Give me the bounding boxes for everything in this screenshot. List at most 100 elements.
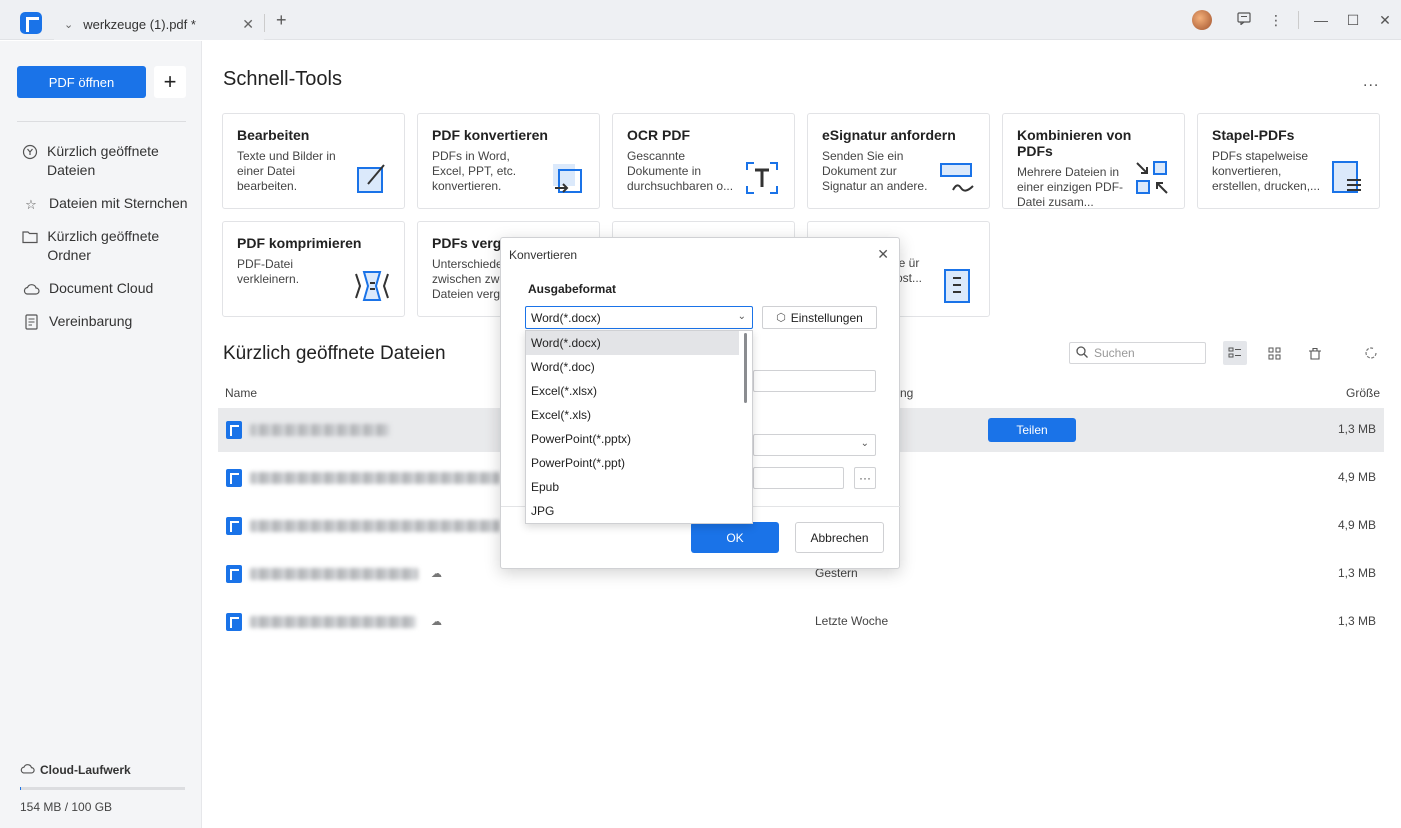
folder-icon bbox=[22, 228, 38, 246]
sidebar: PDF öffnen + Kürzlich geöffnete Dateien … bbox=[0, 41, 202, 828]
tool-title: OCR PDF bbox=[627, 127, 690, 143]
page-title: Schnell-Tools bbox=[223, 68, 342, 90]
maximize-icon[interactable]: ☐ bbox=[1337, 12, 1369, 29]
feedback-icon[interactable] bbox=[1228, 12, 1260, 28]
sidebar-item-label: Dateien mit Sternchen bbox=[49, 195, 188, 211]
cloud-drive-link[interactable]: Cloud-Laufwerk bbox=[20, 763, 131, 777]
create-button[interactable]: + bbox=[154, 66, 186, 98]
batch-icon bbox=[1332, 161, 1361, 193]
tool-description: Senden Sie ein Dokument zur Signatur an … bbox=[822, 149, 928, 193]
tool-card-combine[interactable]: Kombinieren von PDFs Mehrere Dateien in … bbox=[1002, 113, 1185, 209]
avatar[interactable] bbox=[1192, 10, 1212, 30]
open-pdf-button[interactable]: PDF öffnen bbox=[17, 66, 146, 98]
tool-description: PDF-Datei verkleinern. bbox=[237, 257, 300, 286]
table-row[interactable]: ☁ Letzte Woche 1,3 MB bbox=[218, 600, 1384, 644]
output-format-select[interactable]: Word(*.docx) ⌄ bbox=[525, 306, 753, 329]
tab-divider bbox=[264, 14, 265, 32]
cloud-drive-label: Cloud-Laufwerk bbox=[40, 763, 131, 777]
tool-title: PDF komprimieren bbox=[237, 235, 362, 251]
more-options-button[interactable]: ... bbox=[1363, 73, 1379, 91]
browse-folder-button[interactable]: ··· bbox=[854, 467, 876, 489]
list-view-icon[interactable] bbox=[1223, 341, 1247, 365]
search-placeholder: Suchen bbox=[1094, 346, 1135, 360]
page-range-field[interactable] bbox=[753, 370, 876, 392]
format-option[interactable]: Word(*.doc) bbox=[526, 355, 739, 379]
tab-close-icon[interactable]: ✕ bbox=[242, 16, 254, 33]
format-option[interactable]: Word(*.docx) bbox=[526, 331, 739, 355]
star-icon: ☆ bbox=[25, 196, 37, 212]
tool-card-edit[interactable]: Bearbeiten Texte und Bilder in einer Dat… bbox=[222, 113, 405, 209]
tool-description: PDFs in Word, Excel, PPT, etc. konvertie… bbox=[432, 149, 517, 193]
tool-description: Texte und Bilder in einer Datei bearbeit… bbox=[237, 149, 336, 193]
tool-title: PDF konvertieren bbox=[432, 127, 548, 143]
file-size: 1,3 MB bbox=[1337, 422, 1376, 436]
format-option[interactable]: JPG bbox=[526, 499, 739, 523]
tool-description: Mehrere Dateien in einer einzigen PDF-Da… bbox=[1017, 165, 1124, 209]
file-name-redacted bbox=[250, 520, 500, 532]
sidebar-item-agreement[interactable]: Vereinbarung bbox=[22, 312, 192, 331]
storage-usage: 154 MB / 100 GB bbox=[20, 800, 113, 814]
chevron-down-icon: ⌄ bbox=[860, 438, 869, 449]
tool-card-convert[interactable]: PDF konvertieren PDFs in Word, Excel, PP… bbox=[417, 113, 600, 209]
ok-button[interactable]: OK bbox=[691, 522, 779, 553]
window-controls: ⋮ — ☐ ✕ bbox=[1192, 0, 1401, 40]
tool-card-batch[interactable]: Stapel-PDFs PDFs stapelweise konvertiere… bbox=[1197, 113, 1380, 209]
format-option[interactable]: Excel(*.xlsx) bbox=[526, 379, 739, 403]
cloud-icon bbox=[22, 280, 40, 298]
settings-button[interactable]: ⬡ Einstellungen bbox=[762, 306, 877, 329]
sidebar-item-document-cloud[interactable]: Document Cloud bbox=[22, 279, 192, 298]
column-date[interactable]: ng bbox=[900, 386, 913, 400]
edit-icon bbox=[357, 164, 385, 193]
minimize-icon[interactable]: — bbox=[1305, 12, 1337, 28]
file-date: Letzte Woche bbox=[815, 614, 889, 628]
app-logo-icon[interactable] bbox=[20, 12, 42, 34]
tool-card-ocr[interactable]: OCR PDF Gescannte Dokumente in durchsuch… bbox=[612, 113, 795, 209]
grid-view-icon[interactable] bbox=[1262, 341, 1286, 365]
refresh-icon[interactable] bbox=[1359, 341, 1383, 365]
sidebar-item-recent-files[interactable]: Kürzlich geöffnete Dateien bbox=[22, 142, 192, 180]
sidebar-item-label: Vereinbarung bbox=[49, 313, 133, 329]
sidebar-item-label: Kürzlich geöffnete Ordner bbox=[47, 228, 160, 263]
compress-icon bbox=[355, 271, 389, 301]
sidebar-item-label: Document Cloud bbox=[49, 280, 154, 296]
more-vertical-icon[interactable]: ⋮ bbox=[1260, 12, 1292, 29]
tool-description: Gescannte Dokumente in durchsuchbaren o.… bbox=[627, 149, 734, 193]
language-select[interactable]: ⌄ bbox=[753, 434, 876, 456]
convert-icon bbox=[553, 164, 582, 193]
dropdown-scrollbar[interactable] bbox=[744, 333, 747, 403]
new-tab-button[interactable]: + bbox=[276, 10, 287, 31]
format-option[interactable]: PowerPoint(*.ppt) bbox=[526, 451, 739, 475]
share-button[interactable]: Teilen bbox=[988, 418, 1076, 442]
file-size: 4,9 MB bbox=[1337, 470, 1376, 484]
tool-title: eSignatur anfordern bbox=[822, 127, 956, 143]
recent-files-title: Kürzlich geöffnete Dateien bbox=[223, 343, 446, 364]
tab-label: werkzeuge (1).pdf * bbox=[83, 16, 196, 32]
chevron-down-icon[interactable]: ⌄ bbox=[64, 18, 73, 31]
selected-format: Word(*.docx) bbox=[531, 310, 601, 325]
file-size: 1,3 MB bbox=[1337, 614, 1376, 628]
file-name-redacted bbox=[250, 424, 390, 436]
document-icon bbox=[22, 313, 40, 331]
close-window-icon[interactable]: ✕ bbox=[1369, 12, 1401, 29]
format-option[interactable]: Epub bbox=[526, 475, 739, 499]
format-option[interactable]: PowerPoint(*.pptx) bbox=[526, 427, 739, 451]
dialog-close-icon[interactable]: ✕ bbox=[877, 246, 889, 263]
output-folder-field[interactable] bbox=[753, 467, 844, 489]
file-size: 1,3 MB bbox=[1337, 566, 1376, 580]
tab-document[interactable]: ⌄ werkzeuge (1).pdf * ✕ bbox=[54, 8, 264, 40]
clear-history-icon[interactable] bbox=[1303, 341, 1327, 365]
tool-card-compress[interactable]: PDF komprimieren PDF-Datei verkleinern. bbox=[222, 221, 405, 317]
sidebar-item-recent-folders[interactable]: Kürzlich geöffnete Ordner bbox=[22, 227, 192, 265]
tool-title: Bearbeiten bbox=[237, 127, 310, 143]
column-name[interactable]: Name bbox=[225, 386, 257, 400]
format-option[interactable]: Excel(*.xls) bbox=[526, 403, 739, 427]
cancel-button[interactable]: Abbrechen bbox=[795, 522, 884, 553]
search-icon bbox=[1076, 345, 1088, 361]
search-input[interactable]: Suchen bbox=[1069, 342, 1206, 364]
tool-card-esignature[interactable]: eSignatur anfordern Senden Sie ein Dokum… bbox=[807, 113, 990, 209]
format-dropdown-list: Word(*.docx) Word(*.doc) Excel(*.xlsx) E… bbox=[525, 330, 753, 524]
column-size[interactable]: Größe bbox=[1346, 386, 1380, 400]
window-divider bbox=[1298, 11, 1299, 29]
sidebar-nav: Kürzlich geöffnete Dateien ☆ Dateien mit… bbox=[22, 142, 192, 345]
sidebar-item-starred[interactable]: ☆ Dateien mit Sternchen bbox=[22, 194, 192, 213]
